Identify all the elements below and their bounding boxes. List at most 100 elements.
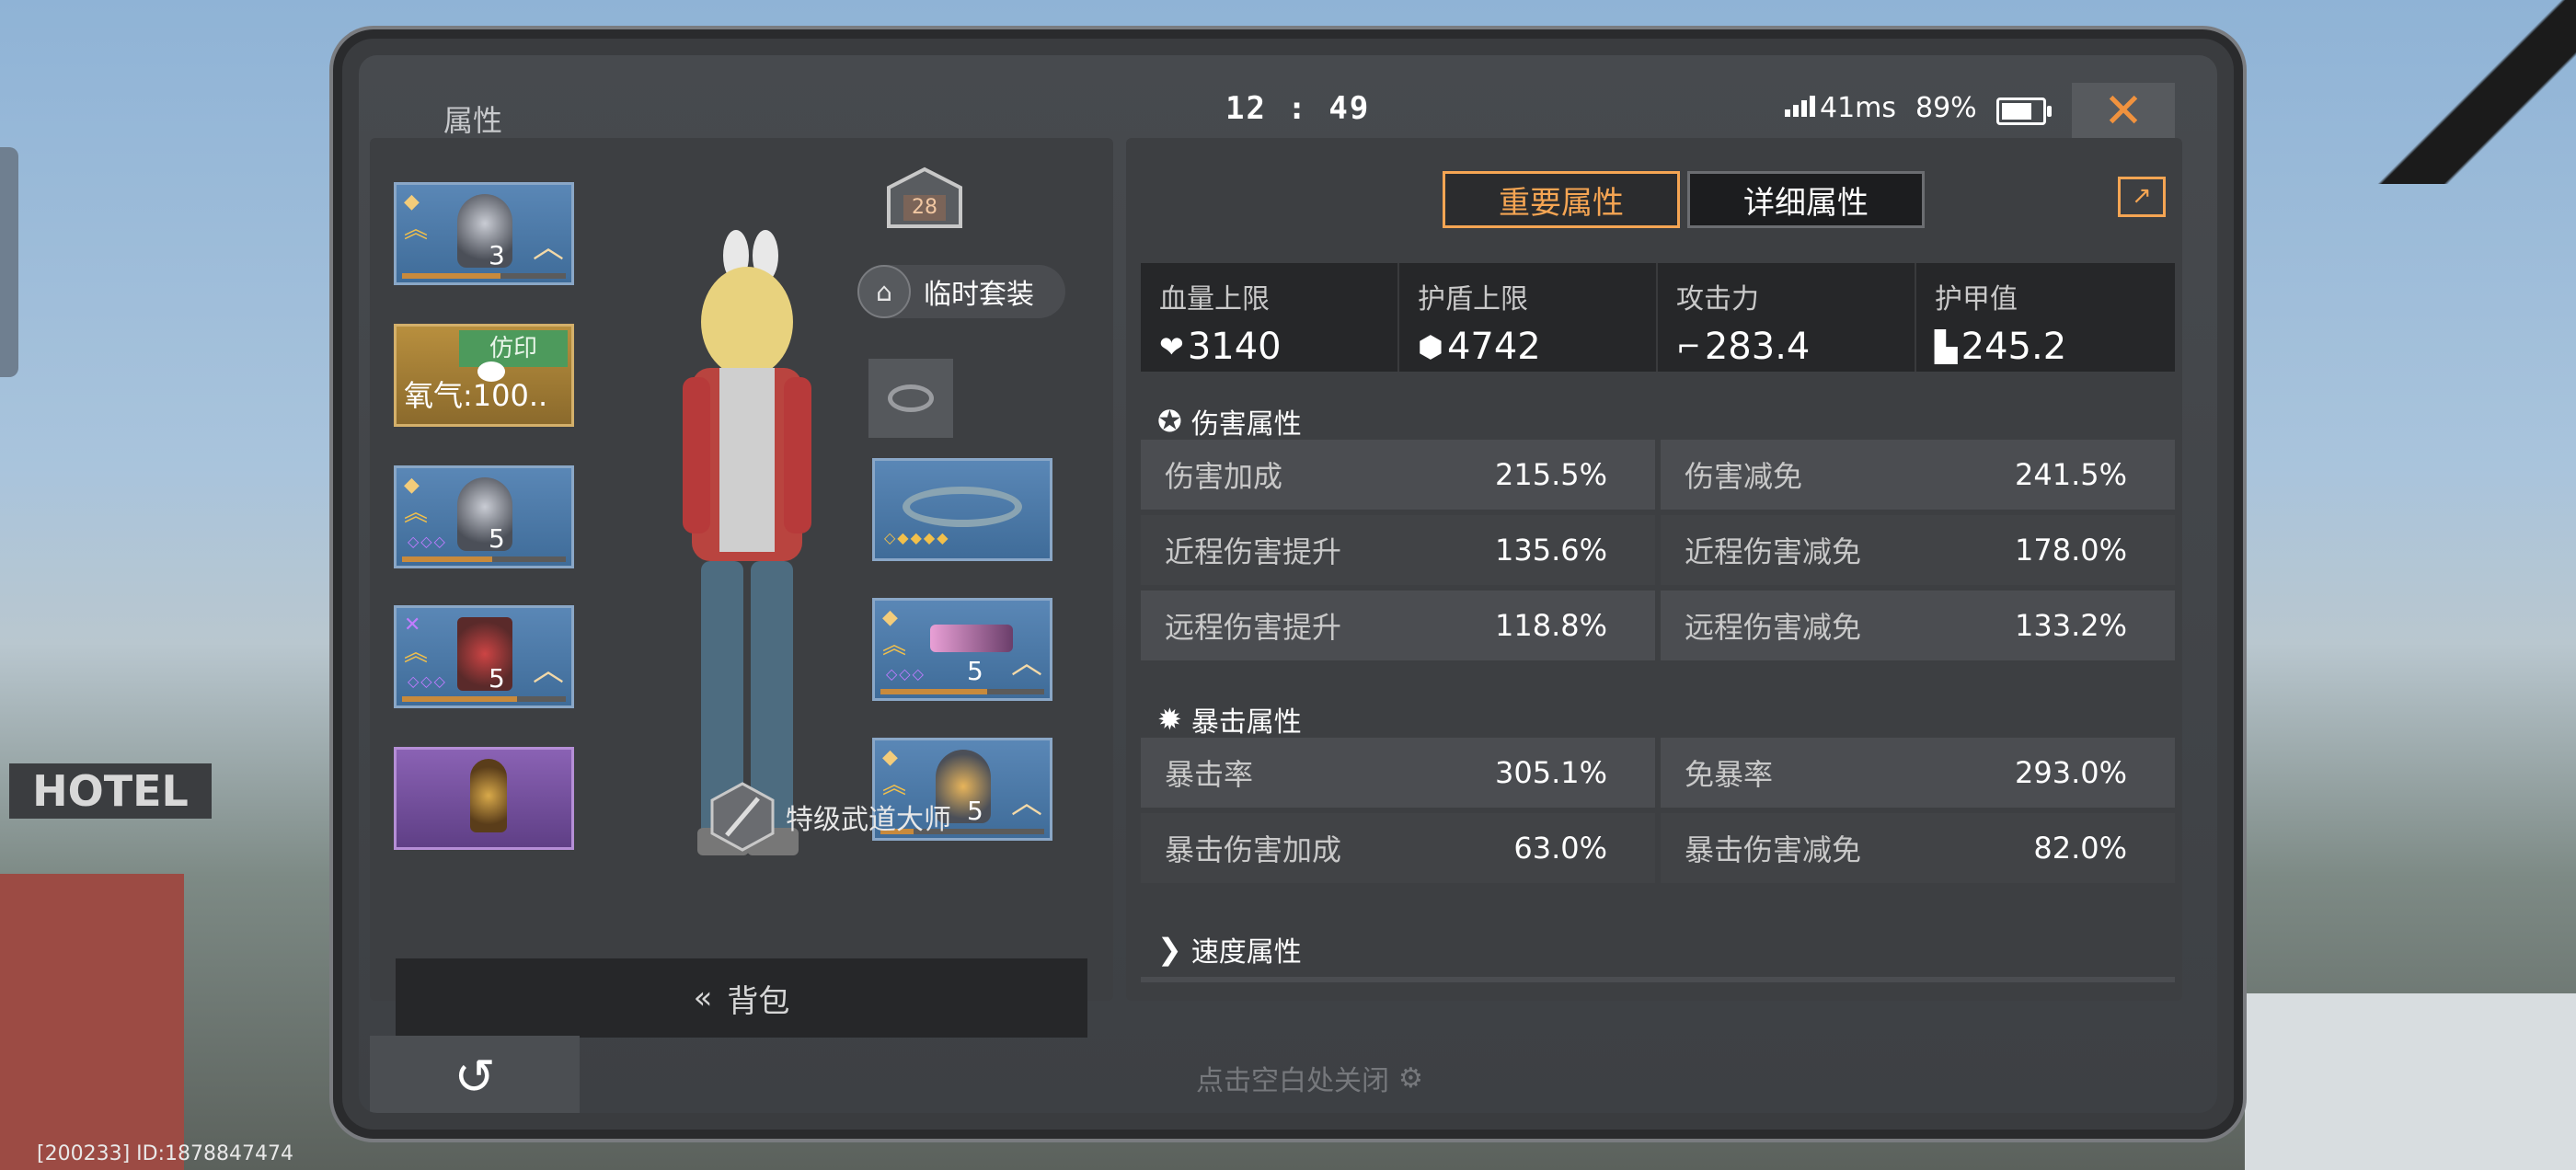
stat-name: 远程伤害提升	[1165, 610, 1342, 645]
stat-value: 118.8%	[1494, 608, 1607, 643]
player-id: [200233] ID:1878847474	[37, 1142, 293, 1165]
section-title: 伤害属性	[1190, 408, 1302, 441]
stat-value: 133.2%	[2014, 608, 2127, 643]
stat-value: 82.0%	[2033, 831, 2127, 866]
stat-cell: 伤害减免 241.5%	[1661, 440, 2175, 510]
star-dots: ◇◇◇	[886, 665, 926, 682]
close-hint-text: 点击空白处关闭	[1196, 1065, 1389, 1097]
bracelet-icon	[903, 487, 1022, 527]
stat-cell: 暴击伤害加成 63.0%	[1141, 813, 1655, 883]
house-level: 28	[903, 195, 946, 221]
slot-level: 5	[967, 796, 983, 826]
stat-value: 135.6%	[1494, 533, 1607, 568]
battery-icon	[1996, 98, 2052, 125]
stat-cell: 伤害加成 215.5%	[1141, 440, 1655, 510]
imprint-badge: 仿印	[459, 330, 568, 367]
stat-label: 护甲值	[1935, 283, 2018, 315]
equip-slot-helmet[interactable]: ◆ ︽ 3 ︿	[394, 182, 574, 285]
ping-text: 41ms	[1820, 92, 1897, 124]
stat-cell: 远程伤害提升 118.8%	[1141, 591, 1655, 660]
stat-name: 伤害减免	[1685, 459, 1803, 494]
key-stats-bar: 血量上限 ❤ 3140 护盾上限 ⬢ 4742 攻击力 ⌐ 283.4 护甲值 ▙ 24…	[1141, 263, 2175, 372]
equip-slot-armor[interactable]: ◆ ︽ ◇◇◇ 5	[394, 465, 574, 568]
slot-level: 3	[489, 240, 505, 270]
stat-value: 245.2	[1961, 326, 2067, 368]
close-icon: ✕	[2103, 84, 2144, 139]
stat-name: 暴击率	[1165, 757, 1254, 792]
diamond-icon: ◆	[882, 746, 898, 769]
outfit-icon: ⌂	[857, 265, 911, 318]
gun-icon: ⌐	[1676, 329, 1701, 364]
tab-important-attributes[interactable]: 重要属性	[1443, 171, 1680, 228]
close-button[interactable]: ✕	[2072, 83, 2175, 140]
damage-icon: ✪	[1157, 404, 1182, 439]
stat-row: 暴击率 305.1% 免暴率 293.0%	[1141, 738, 2175, 808]
attributes-panel: 重要属性 详细属性 ↗ 血量上限 ❤ 3140 护盾上限 ⬢ 4742 攻击力 ⌐ 2…	[1126, 138, 2182, 1001]
equip-slot-weapon-2[interactable]: ◆ ︽ ◇◇◇ 5 ︿	[872, 598, 1052, 701]
stat-name: 远程伤害减免	[1685, 610, 1862, 645]
wing-icon: ︿	[1011, 785, 1042, 821]
equip-slot-weapon-1[interactable]: ✕ ︽ ◇◇◇ 5 ︿	[394, 605, 574, 708]
stat-name: 伤害加成	[1165, 459, 1283, 494]
equip-slot-accessory[interactable]: ◇◆◆◆◆	[872, 458, 1052, 561]
rank-chevron-icon: ︽	[882, 772, 907, 799]
character-model	[683, 230, 811, 855]
backpack-label: 背包	[727, 982, 790, 1020]
weapon-type-icon: ✕	[404, 614, 421, 637]
signal-icon	[1785, 96, 1815, 117]
section-title: 暴击属性	[1190, 706, 1302, 739]
hotel-sign: HOTEL	[9, 763, 212, 819]
equip-slot-backpack-imprint[interactable]: 仿印 氧气:100..	[394, 324, 574, 427]
equipment-panel: ◆ ︽ 3 ︿ 仿印 氧气:100.. ◆ ︽ ◇◇◇ 5 ✕ ︽ ◇◇◇ 5 …	[370, 138, 1113, 1038]
undo-arrow-icon: ↺	[454, 1047, 496, 1106]
rank-chevron-icon: ︽	[404, 499, 429, 527]
clock: 12 : 49	[1225, 90, 1371, 127]
diamond-icon: ◆	[404, 190, 420, 213]
heart-icon: ❤	[1159, 329, 1184, 364]
stat-value: 241.5%	[2014, 457, 2127, 492]
stat-max-shield: 护盾上限 ⬢ 4742	[1399, 263, 1659, 372]
armor-icon: ▙	[1935, 329, 1958, 364]
oxygen-text: 氧气:100..	[404, 378, 548, 413]
stat-value-row: ⬢ 4742	[1418, 326, 1656, 368]
melee-icon	[470, 759, 507, 832]
stat-name: 近程伤害提升	[1165, 534, 1342, 569]
stat-max-hp: 血量上限 ❤ 3140	[1141, 263, 1400, 372]
stat-name: 暴击伤害加成	[1165, 832, 1342, 867]
bracelet-slot[interactable]	[868, 359, 953, 438]
stat-attack: 攻击力 ⌐ 283.4	[1658, 263, 1917, 372]
durability-bar	[402, 273, 566, 279]
wing-icon: ︿	[533, 229, 564, 266]
stat-value: 293.0%	[2014, 755, 2127, 790]
star-dots: ◇◇◇	[408, 533, 447, 550]
tab-detailed-attributes[interactable]: 详细属性	[1687, 171, 1925, 228]
scroll-edge	[1141, 977, 2175, 982]
diamond-icon: ◆	[404, 474, 420, 497]
back-button[interactable]: ↺	[370, 1036, 580, 1113]
wing-icon: ︿	[533, 652, 564, 689]
temp-outfit-label: 临时套装	[924, 279, 1034, 311]
stat-value-row: ⌐ 283.4	[1676, 326, 1915, 368]
slot-level: 5	[489, 663, 505, 694]
durability-bar	[880, 689, 1044, 694]
temp-outfit-button[interactable]: ⌂ 临时套装	[857, 265, 1065, 318]
bracelet-icon	[888, 384, 934, 412]
page-title: 属性	[443, 103, 503, 138]
rank-chevron-icon: ︽	[404, 639, 429, 667]
chevron-right-icon: ❯	[1157, 932, 1182, 967]
backpack-button[interactable]: « 背包	[396, 958, 1087, 1038]
stat-value: 178.0%	[2014, 533, 2127, 568]
close-hint[interactable]: 点击空白处关闭 ⚙	[1196, 1058, 1423, 1098]
stat-value: 283.4	[1704, 326, 1811, 368]
star-dots: ◇◆◆◆◆	[884, 529, 950, 546]
shield-icon: ⬢	[1418, 329, 1443, 364]
rank-chevron-icon: ︽	[882, 632, 907, 660]
section-damage: ✪ 伤害属性	[1157, 401, 1302, 442]
share-icon[interactable]: ↗	[2118, 177, 2166, 217]
stat-row: 暴击伤害加成 63.0% 暴击伤害减免 82.0%	[1141, 813, 2175, 883]
durability-bar	[402, 556, 566, 562]
edge-handle[interactable]	[0, 147, 18, 377]
equip-slot-melee[interactable]	[394, 747, 574, 850]
stat-cell: 暴击率 305.1%	[1141, 738, 1655, 808]
stat-value: 215.5%	[1494, 457, 1607, 492]
